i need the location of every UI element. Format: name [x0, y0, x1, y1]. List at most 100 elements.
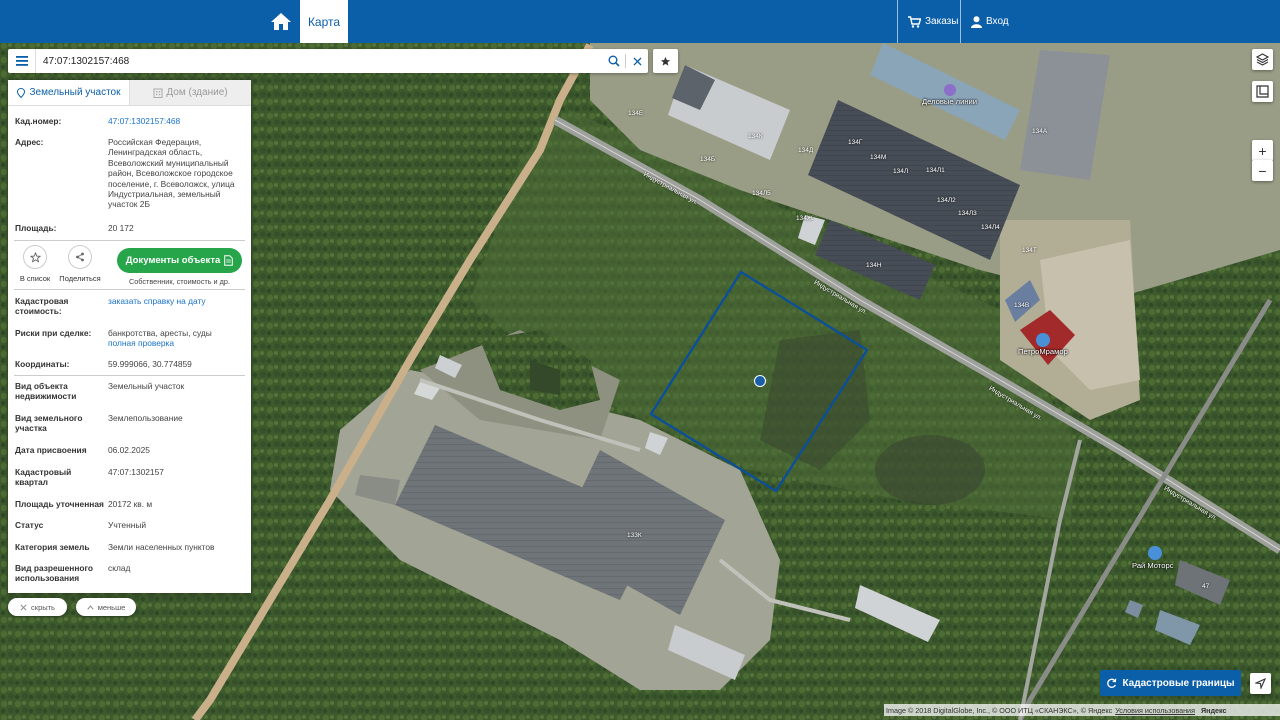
tab-building-label: Дом (здание)	[166, 87, 228, 98]
detail-label-line: использования	[15, 573, 80, 584]
address-line: участок 2Б	[108, 199, 150, 210]
cad-number-label: Кад.номер:	[15, 116, 62, 126]
detail-label-line: Статус	[15, 520, 44, 530]
favorites-button[interactable]	[653, 49, 678, 73]
terms-of-use-link[interactable]: Условия использования	[1115, 706, 1195, 715]
user-icon	[971, 15, 982, 28]
detail-label-line: квартал	[15, 477, 48, 488]
orders-label: Заказы	[925, 16, 959, 27]
detail-label-line: Площадь уточненная	[15, 499, 104, 509]
address-line: поселение, г. Всеволожск, улица	[108, 178, 235, 189]
search-submit-button[interactable]	[603, 49, 625, 73]
search-input[interactable]	[36, 50, 603, 72]
cad-number-value[interactable]: 47:07:1302157:468	[108, 116, 245, 137]
home-button[interactable]	[264, 0, 298, 43]
action-bar: В список Поделиться Документы объекта Со…	[8, 241, 251, 289]
detail-label-line: Вид объекта	[15, 381, 68, 391]
risks-text: банкротства, аресты, суды	[108, 328, 212, 338]
layers-button[interactable]	[1252, 49, 1273, 70]
locate-button[interactable]	[1250, 673, 1271, 694]
measure-button[interactable]	[1252, 81, 1273, 102]
building-number: 134Л1	[926, 167, 945, 174]
detail-row: Дата присвоения 06.02.2025	[14, 445, 245, 467]
menu-button[interactable]	[8, 49, 36, 73]
detail-value: Землепользование	[108, 413, 183, 423]
map-attribution: Image © 2018 DigitalGlobe, Inc., © ООО И…	[884, 704, 1280, 716]
building-number: 47	[1202, 583, 1210, 590]
object-documents-button[interactable]: Документы объекта	[117, 248, 242, 273]
building-number: 134Г	[848, 139, 863, 146]
share-icon	[76, 252, 84, 262]
building-number: 134Б	[700, 156, 716, 163]
building-number: 134Е	[628, 110, 644, 117]
detail-label-line: участка	[15, 423, 47, 434]
clear-search-button[interactable]	[626, 49, 648, 73]
search-bar	[8, 49, 648, 73]
attribution-text: Image © 2018 DigitalGlobe, Inc., © ООО И…	[886, 705, 1113, 715]
coordinates-row: Координаты: 59.999066, 30.774859	[14, 359, 245, 375]
risks-row: Риски при сделке: банкротства, аресты, с…	[14, 328, 245, 359]
building-number: 134Л2	[937, 197, 956, 204]
login-label: Вход	[986, 16, 1009, 27]
risks-value: банкротства, аресты, суды полная проверк…	[108, 328, 245, 359]
building-number: 134Л5	[752, 190, 771, 197]
cadastral-boundaries-button[interactable]: Кадастровые границы	[1100, 670, 1241, 696]
detail-label: Кадастровый квартал	[14, 467, 108, 499]
detail-value: Земли населенных пунктов	[108, 542, 215, 552]
zoom-in-button[interactable]: +	[1252, 140, 1273, 161]
location-arrow-icon	[1255, 678, 1266, 689]
tab-map[interactable]: Карта	[300, 0, 348, 43]
address-line: Индустриальная, земельный	[108, 189, 221, 200]
cadastral-value-label-line: Кадастровая	[15, 296, 69, 306]
building-number: 134К	[748, 133, 763, 140]
address-line: Ленинградская область,	[108, 147, 203, 158]
building-number: 134Ж	[796, 215, 813, 222]
share-button[interactable]: Поделиться	[59, 245, 101, 283]
share-label: Поделиться	[59, 274, 101, 283]
order-certificate-link[interactable]: заказать справку на дату	[108, 296, 245, 328]
layers-icon	[1256, 53, 1269, 66]
orders-button[interactable]: Заказы	[897, 0, 968, 43]
detail-label: Вид объекта недвижимости	[14, 381, 108, 413]
area-label: Площадь:	[15, 223, 57, 233]
tab-building[interactable]: Дом (здание)	[129, 80, 251, 105]
detail-value: Учтенный	[108, 520, 147, 530]
collapse-panel-button[interactable]: меньше	[76, 598, 136, 616]
map-label-petromramor[interactable]: ПетроМрамор	[1018, 347, 1068, 356]
risks-label: Риски при сделке:	[15, 328, 92, 338]
detail-label-line: Категория земель	[15, 542, 90, 552]
share-circle	[68, 245, 92, 269]
login-button[interactable]: Вход	[960, 0, 1019, 43]
star-icon	[660, 56, 671, 66]
object-documents-label: Документы объекта	[125, 255, 221, 266]
area-value: 20 172	[108, 223, 134, 233]
building-number: 134Д	[798, 147, 814, 154]
search-icon	[608, 55, 620, 67]
detail-label: Вид разрешенного использования	[14, 563, 108, 587]
hide-panel-button[interactable]: скрыть	[8, 598, 67, 616]
map-label-rai[interactable]: Рай Моторс	[1132, 561, 1174, 570]
map-label-lines[interactable]: Деловые линии	[922, 97, 977, 106]
detail-label: Вид земельного участка	[14, 413, 108, 445]
address-row: Адрес: Российская Федерация, Ленинградск…	[14, 137, 245, 223]
panel-tabs: Земельный участок Дом (здание)	[8, 80, 251, 106]
detail-label-line: Вид разрешенного	[15, 563, 94, 573]
building-number: 134Л4	[981, 224, 1000, 231]
zoom-out-button[interactable]: −	[1252, 160, 1273, 181]
building-number: 134Н	[866, 262, 882, 269]
refresh-icon	[1107, 678, 1117, 688]
document-icon	[224, 255, 234, 266]
building-number: 134Л3	[958, 210, 977, 217]
detail-value: 47:07:1302157	[108, 467, 164, 477]
tab-land-plot[interactable]: Земельный участок	[8, 80, 129, 105]
ruler-icon	[1256, 85, 1269, 98]
add-to-list-button[interactable]: В список	[15, 245, 55, 283]
detail-label-line: Вид земельного	[15, 413, 83, 423]
full-check-link[interactable]: полная проверка	[108, 338, 245, 348]
detail-row: Вид объекта недвижимости Земельный участо…	[14, 381, 245, 413]
detail-row: Вид разрешенного использования склад	[14, 563, 245, 587]
detail-row: Статус Учтенный	[14, 520, 245, 542]
star-outline-icon	[29, 251, 41, 263]
area-row: Площадь: 20 172	[14, 223, 245, 240]
tab-land-plot-label: Земельный участок	[29, 87, 121, 98]
